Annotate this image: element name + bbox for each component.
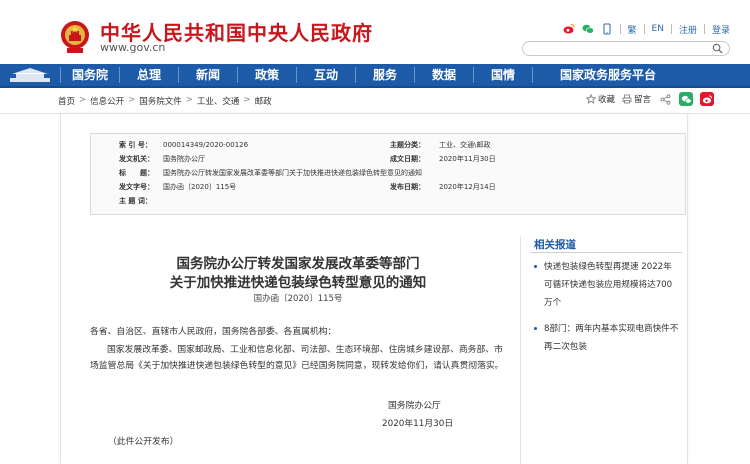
meta-keywords-label: 主 题 词：: [119, 197, 152, 205]
nav-item-national-conditions[interactable]: 国情: [474, 63, 532, 87]
nav-item-data[interactable]: 数据: [415, 63, 473, 87]
breadcrumb-postal[interactable]: 邮政: [255, 95, 272, 107]
breadcrumb-state-council-docs[interactable]: 国务院文件: [139, 95, 182, 107]
article-title-line-2: 关于加快推进快递包装绿色转型意见的通知: [169, 275, 427, 291]
breadcrumb-bar: 首页 > 信息公开 > 国务院文件 > 工业、交通 > 邮政 收藏 留言: [0, 88, 750, 114]
meta-written-value: 2020年11月30日: [439, 155, 496, 163]
divider: [619, 24, 621, 34]
nav-item-gov-service-platform[interactable]: 国家政务服务平台: [533, 63, 683, 87]
document-metadata-box: 索 引 号： 000014349/2020-00126 主题分类： 工业、交通\…: [90, 133, 686, 215]
breadcrumb-separator: >: [79, 95, 87, 105]
divider: [670, 24, 672, 34]
page-actions: 收藏 留言: [585, 92, 714, 106]
star-icon: [585, 94, 596, 104]
main-nav: 国务院 总理 新闻 政策 互动 服务 数据 国情 国家政务服务平台: [0, 64, 750, 88]
meta-issuer-label: 发文机关：: [119, 155, 154, 163]
article-salutation: 各省、自治区、直辖市人民政府，国务院各部委、各直属机构：: [90, 327, 337, 337]
nav-item-policy[interactable]: 政策: [238, 63, 296, 87]
nav-item-services[interactable]: 服务: [356, 63, 414, 87]
wechat-share-icon[interactable]: [679, 92, 693, 106]
tiananmen-icon: [10, 68, 50, 82]
breadcrumb-separator: >: [185, 95, 193, 105]
meta-row: 主 题 词：: [91, 195, 685, 208]
traditional-chinese-link[interactable]: 繁: [628, 23, 637, 36]
weibo-share-icon[interactable]: [700, 92, 714, 106]
print-button[interactable]: 留言: [622, 93, 651, 105]
weibo-icon[interactable]: [563, 23, 575, 35]
printer-icon: [622, 94, 632, 104]
signature-org: 国务院办公厅: [388, 401, 441, 411]
meta-docno-label: 发文字号：: [119, 183, 154, 191]
meta-category-value: 工业、交通\邮政: [439, 141, 491, 149]
nav-item-news[interactable]: 新闻: [179, 63, 237, 87]
sidebar-divider: [520, 236, 521, 464]
signature-date: 2020年11月30日: [382, 419, 454, 429]
meta-index-value: 000014349/2020-00126: [163, 141, 249, 149]
favorite-label: 收藏: [597, 95, 615, 105]
home-nav-logo[interactable]: [0, 63, 60, 87]
article-doc-number: 国办函〔2020〕115号: [253, 294, 343, 304]
breadcrumb-home[interactable]: 首页: [58, 95, 75, 107]
search-icon[interactable]: [712, 43, 723, 54]
divider: [703, 24, 705, 34]
header-tools: 繁 EN 注册 登录: [563, 21, 730, 37]
meta-row: 发文字号： 国办函〔2020〕115号 发布日期： 2020年12月14日: [91, 181, 685, 194]
mobile-icon[interactable]: [601, 23, 613, 35]
login-link[interactable]: 登录: [712, 23, 730, 36]
meta-row: 标 题： 国务院办公厅转发国家发展改革委等部门关于加快推进快递包装绿色转型意见的…: [91, 167, 685, 180]
search-input[interactable]: [531, 48, 711, 62]
breadcrumb-industry-transport[interactable]: 工业、交通: [197, 95, 240, 107]
site-url: www.gov.cn: [100, 41, 166, 54]
nav-item-state-council[interactable]: 国务院: [61, 63, 119, 87]
article-paragraph: 国家发展改革委、国家邮政局、工业和信息化部、司法部、生态环境部、住房城乡建设部、…: [90, 345, 504, 371]
national-emblem-icon[interactable]: [60, 20, 90, 54]
breadcrumb: 首页 > 信息公开 > 国务院文件 > 工业、交通 > 邮政: [58, 95, 272, 107]
related-report-item[interactable]: 8部门：两年内基本实现电商快件不再二次包装: [534, 320, 680, 356]
nav-item-premier[interactable]: 总理: [120, 63, 178, 87]
share-icon[interactable]: [658, 92, 672, 106]
breadcrumb-separator: >: [243, 95, 251, 105]
print-label: 留言: [633, 95, 651, 105]
related-report-item[interactable]: 快递包装绿色转型再提速 2022年可循环快递包装应用规模将达700万个: [534, 258, 680, 312]
sidebar-title-underline: [530, 252, 682, 253]
site-header: 中华人民共和国中央人民政府 www.gov.cn 繁 EN 注册 登录: [0, 0, 750, 64]
meta-published-label: 发布日期：: [390, 183, 425, 191]
divider: [643, 24, 645, 34]
english-link[interactable]: EN: [652, 24, 664, 34]
favorite-button[interactable]: 收藏: [585, 93, 615, 105]
meta-published-value: 2020年12月14日: [439, 183, 496, 191]
search-box: [522, 41, 730, 62]
meta-row: 发文机关： 国务院办公厅 成文日期： 2020年11月30日: [91, 153, 685, 166]
meta-title-value: 国务院办公厅转发国家发展改革委等部门关于加快推进快递包装绿色转型意见的通知: [163, 169, 422, 177]
article-title-line-1: 国务院办公厅转发国家发展改革委等部门: [176, 256, 420, 272]
related-reports-list: 快递包装绿色转型再提速 2022年可循环快递包装应用规模将达700万个 8部门：…: [534, 258, 680, 364]
meta-row: 索 引 号： 000014349/2020-00126 主题分类： 工业、交通\…: [91, 139, 685, 152]
breadcrumb-separator: >: [128, 95, 136, 105]
meta-category-label: 主题分类：: [390, 141, 425, 149]
meta-index-label: 索 引 号：: [119, 141, 152, 149]
breadcrumb-info-disclosure[interactable]: 信息公开: [90, 95, 124, 107]
meta-title-label: 标 题：: [119, 169, 154, 177]
related-reports-title: 相关报道: [534, 239, 576, 251]
meta-written-label: 成文日期：: [390, 155, 425, 163]
meta-docno-value: 国办函〔2020〕115号: [163, 183, 237, 191]
wechat-icon[interactable]: [582, 23, 594, 35]
register-link[interactable]: 注册: [679, 23, 697, 36]
meta-issuer-value: 国务院办公厅: [163, 155, 205, 163]
article-footnote: （此件公开发布）: [108, 437, 179, 447]
nav-item-interaction[interactable]: 互动: [297, 63, 355, 87]
